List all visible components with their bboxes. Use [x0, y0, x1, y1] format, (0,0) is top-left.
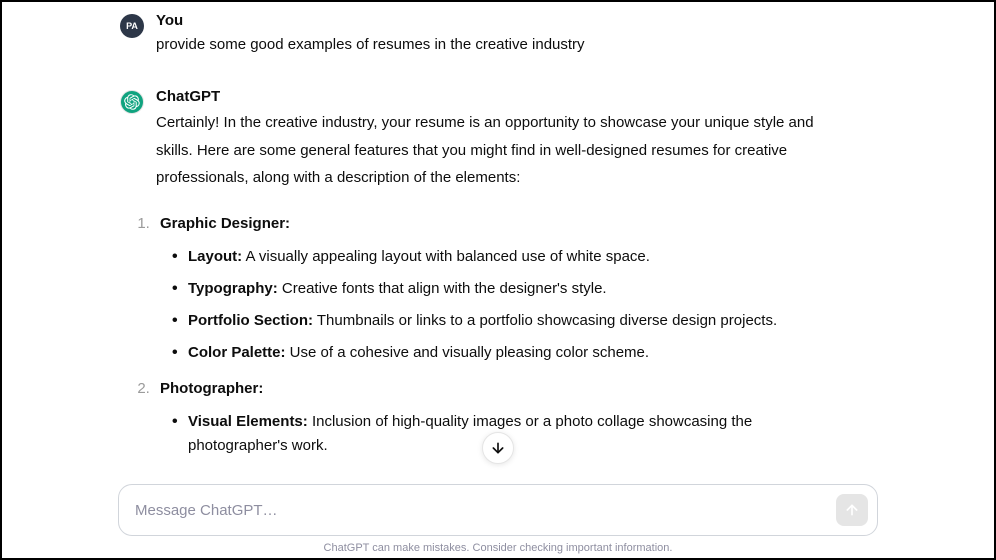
openai-icon — [124, 94, 140, 110]
chat-container: PA You provide some good examples of res… — [2, 2, 994, 558]
bullet-label: Color Palette: — [188, 344, 286, 361]
bullet-list: Layout: A visually appealing layout with… — [160, 245, 816, 365]
bullet-text: A visually appealing layout with balance… — [242, 248, 650, 265]
bullet-label: Layout: — [188, 248, 242, 265]
resume-list: Graphic Designer: Layout: A visually app… — [152, 212, 816, 458]
assistant-intro: Certainly! In the creative industry, you… — [156, 109, 816, 192]
assistant-avatar — [120, 90, 144, 114]
message-input[interactable]: Message ChatGPT… — [118, 484, 878, 536]
assistant-name: ChatGPT — [156, 88, 816, 105]
input-container: Message ChatGPT… — [118, 484, 878, 536]
bullet-item: Layout: A visually appealing layout with… — [172, 245, 816, 269]
user-message: PA You provide some good examples of res… — [120, 12, 994, 88]
bullet-text: Creative fonts that align with the desig… — [278, 280, 607, 297]
bullet-text: Use of a cohesive and visually pleasing … — [286, 344, 650, 361]
user-message-text: provide some good examples of resumes in… — [156, 33, 816, 58]
input-placeholder: Message ChatGPT… — [135, 502, 278, 519]
bullet-text: Thumbnails or links to a portfolio showc… — [313, 312, 777, 329]
list-item-title: Photographer: — [160, 380, 263, 397]
bullet-label: Portfolio Section: — [188, 312, 313, 329]
bullet-item: Typography: Creative fonts that align wi… — [172, 277, 816, 301]
scroll-to-bottom-button[interactable] — [482, 432, 514, 464]
arrow-down-icon — [490, 440, 506, 456]
assistant-message: ChatGPT Certainly! In the creative indus… — [120, 88, 994, 500]
arrow-up-icon — [844, 502, 860, 518]
bullet-label: Typography: — [188, 280, 278, 297]
assistant-message-text: Certainly! In the creative industry, you… — [156, 109, 816, 458]
assistant-message-content: ChatGPT Certainly! In the creative indus… — [156, 88, 856, 470]
send-button[interactable] — [836, 494, 868, 526]
bullet-item: Color Palette: Use of a cohesive and vis… — [172, 341, 816, 365]
bullet-label: Visual Elements: — [188, 413, 308, 430]
user-avatar: PA — [120, 14, 144, 38]
disclaimer-text: ChatGPT can make mistakes. Consider chec… — [2, 542, 994, 554]
list-item: Graphic Designer: Layout: A visually app… — [154, 212, 816, 365]
user-name: You — [156, 12, 816, 29]
user-message-content: You provide some good examples of resume… — [156, 12, 856, 58]
list-item-title: Graphic Designer: — [160, 215, 290, 232]
user-avatar-initials: PA — [126, 21, 138, 31]
bullet-item: Portfolio Section: Thumbnails or links t… — [172, 309, 816, 333]
